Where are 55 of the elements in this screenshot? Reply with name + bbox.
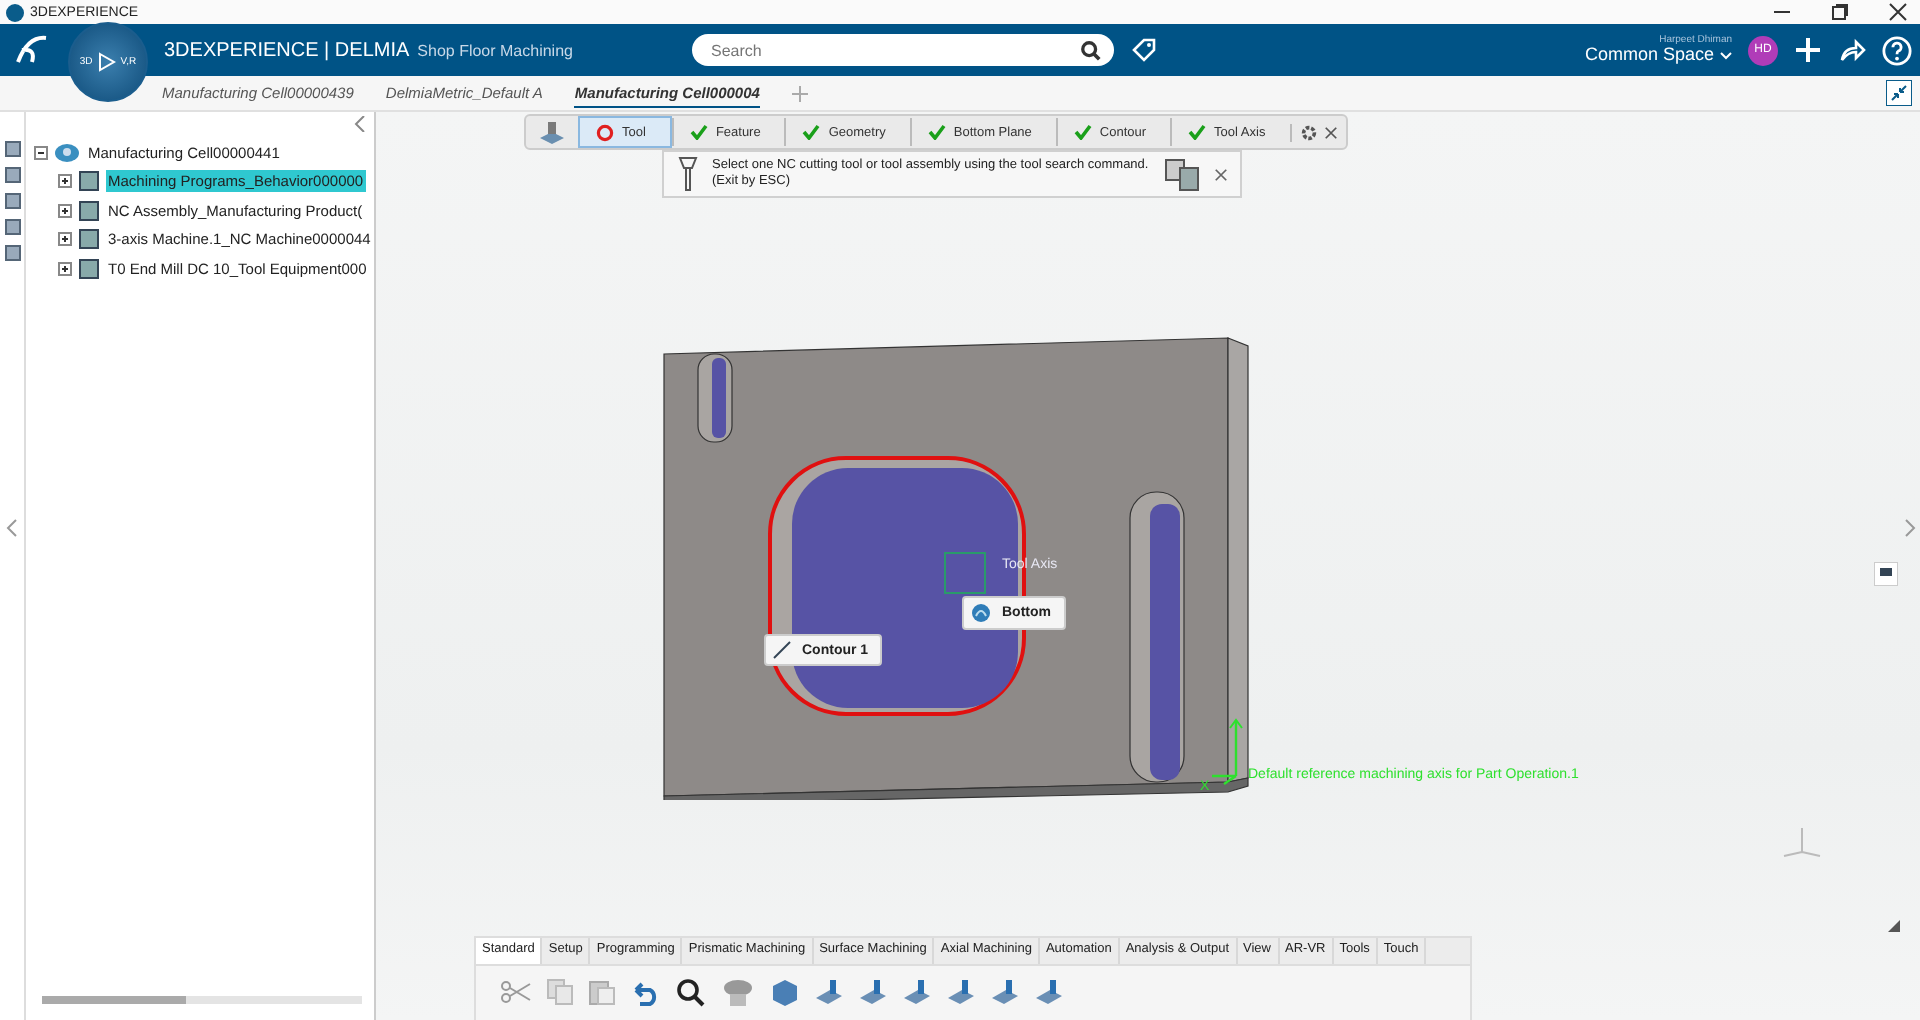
operation-icon[interactable] [990,977,1020,1007]
node-icon [78,228,100,251]
expander-icon[interactable] [58,203,72,218]
check-icon [1073,124,1092,140]
cut-icon[interactable] [500,978,532,1006]
operation-icon[interactable] [902,977,932,1007]
plus-icon[interactable] [1794,36,1822,64]
orientation-triad-icon [1780,822,1824,858]
app-name: Shop Floor Machining [417,41,573,59]
axis-triad-icon [1208,716,1248,788]
brand-title: 3DEXPERIENCE | DELMIA [164,39,410,61]
share-icon[interactable] [1838,36,1866,64]
line-icon [772,640,792,660]
scrollbar-track[interactable] [42,996,362,1004]
node-icon [78,170,100,193]
tool-axis-marker[interactable] [944,552,986,594]
operation-icon[interactable] [1034,977,1064,1007]
help-icon[interactable] [1882,35,1912,65]
settings-icon[interactable] [1299,123,1318,141]
expander-icon[interactable] [34,145,48,160]
collapse-icon[interactable] [1886,80,1912,106]
zoom-icon[interactable] [676,977,706,1007]
close-icon[interactable] [1214,167,1228,181]
search-icon[interactable] [1080,39,1103,61]
expander-icon[interactable] [58,261,72,276]
check-icon [802,124,821,140]
close-icon[interactable] [1323,125,1338,139]
operation-icon[interactable] [858,977,888,1007]
node-icon [78,257,100,280]
tool-search-icon[interactable] [1162,156,1202,192]
cutter-icon [676,156,700,192]
ds-logo-icon[interactable] [12,32,52,68]
plane-icon [970,602,992,624]
check-icon [927,124,946,140]
check-icon [689,124,708,140]
tag-icon[interactable] [1130,36,1159,64]
circle-icon [596,123,614,141]
close-icon[interactable] [1888,2,1908,22]
pointer-icon [1888,920,1900,932]
space-selector[interactable]: Common Space [1584,46,1714,64]
undo-icon[interactable] [630,978,662,1006]
check-icon [1188,124,1207,140]
scrollbar-thumb[interactable] [42,996,186,1004]
cube-icon[interactable] [770,977,800,1007]
node-icon [78,199,100,222]
operation-icon[interactable] [946,977,976,1007]
panel-collapse-icon[interactable] [354,116,366,132]
chevron-down-icon[interactable] [1720,51,1732,59]
expander-icon[interactable] [58,232,72,247]
flag-icon[interactable] [1874,562,1898,586]
expander-icon[interactable] [58,174,72,189]
search-field[interactable]: Search [692,34,1115,66]
restore-icon[interactable] [1830,2,1850,22]
operation-icon[interactable] [814,977,844,1007]
play-icon [96,52,117,72]
